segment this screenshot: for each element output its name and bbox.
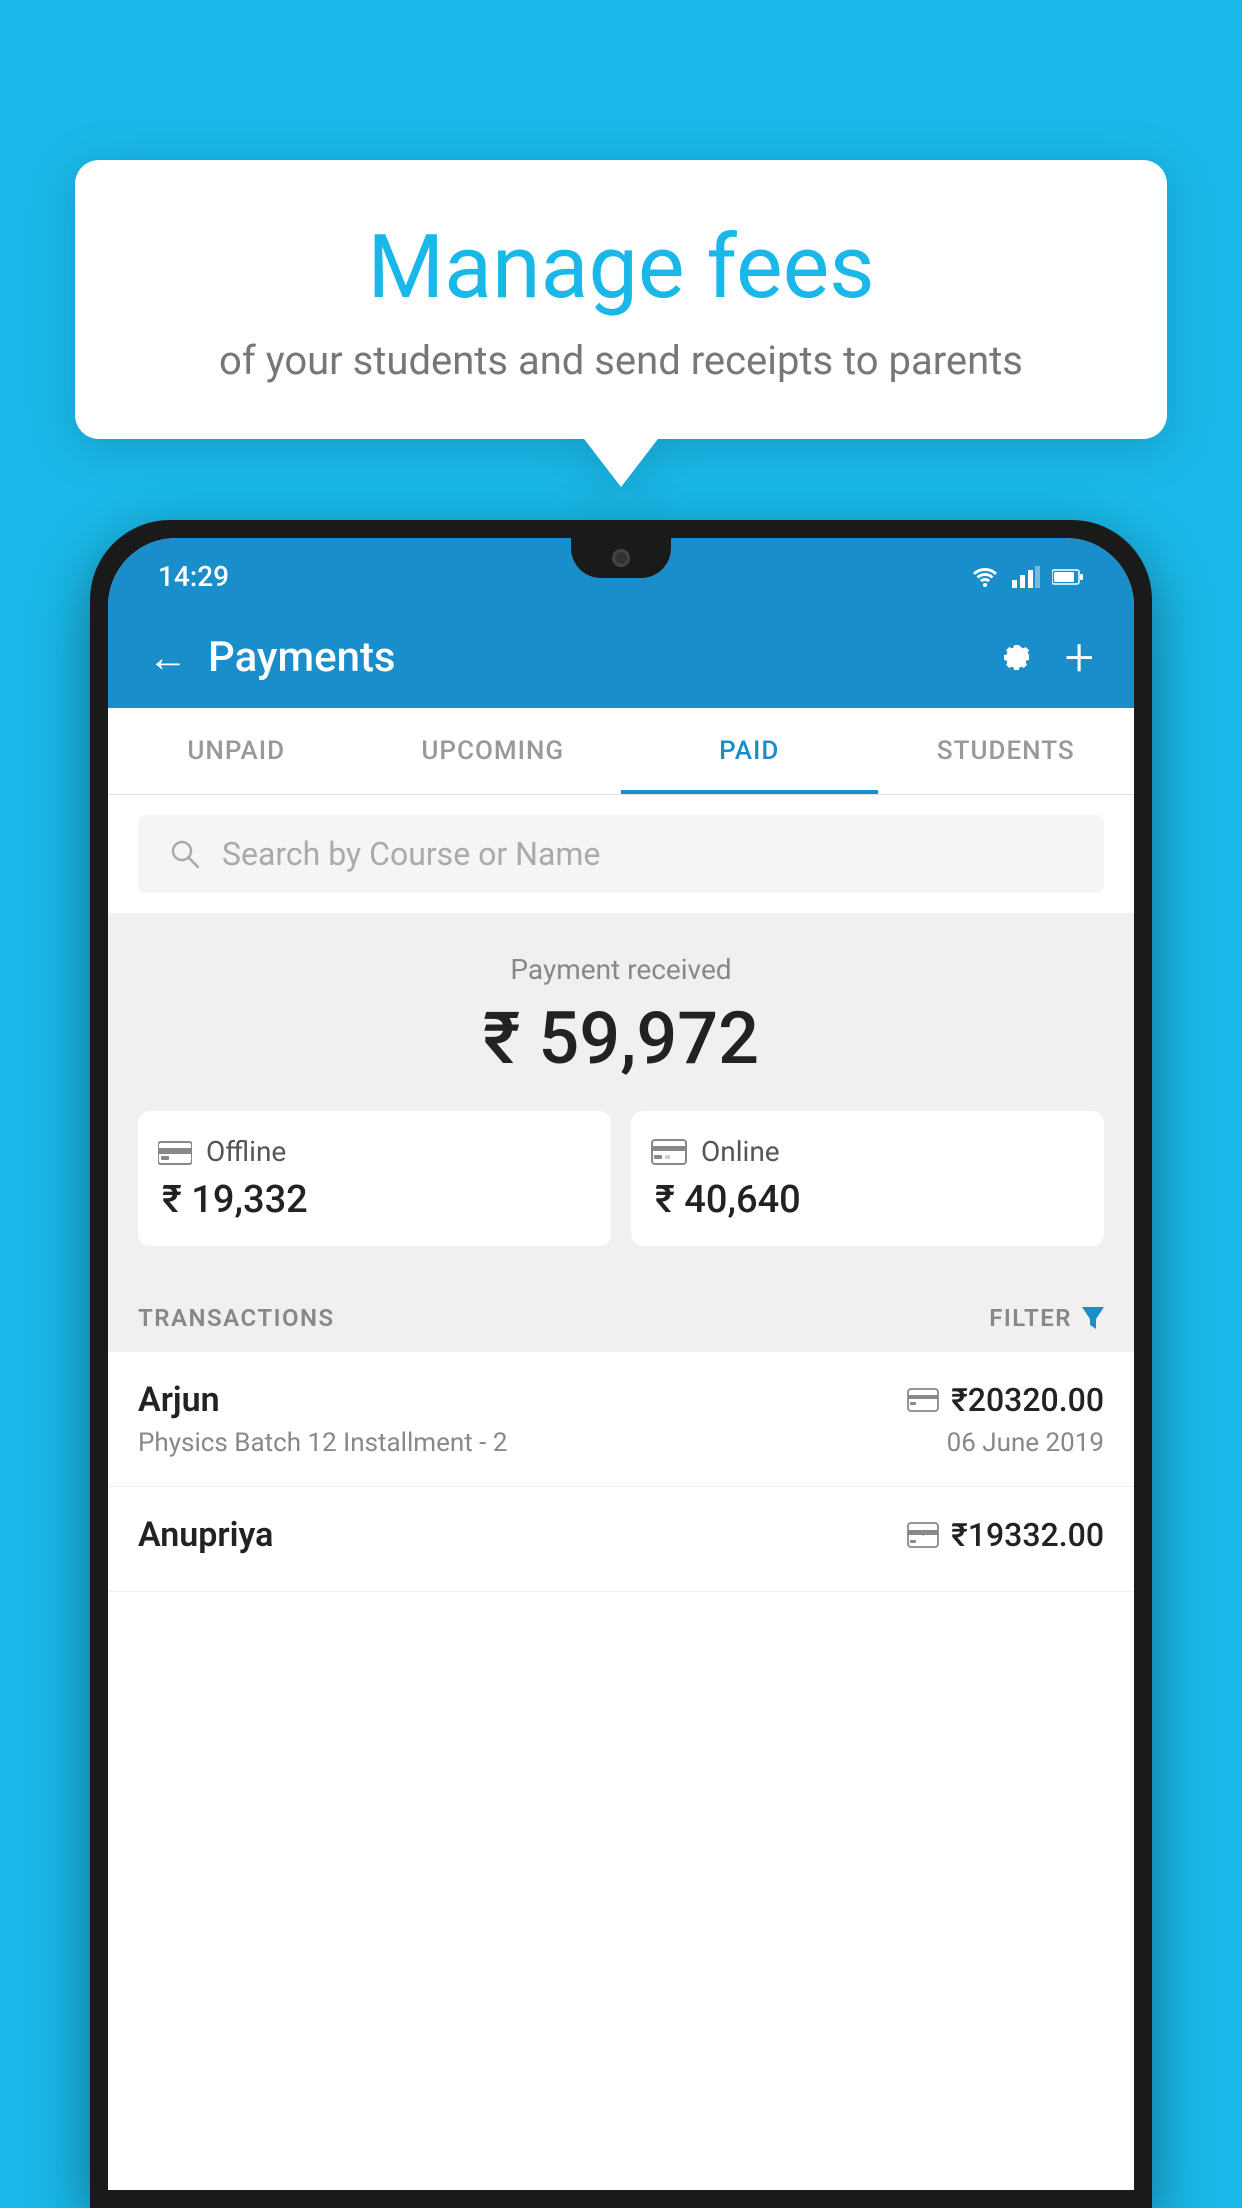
online-amount: ₹ 40,640 [651, 1178, 801, 1222]
search-placeholder-text: Search by Course or Name [222, 835, 600, 873]
transactions-header: TRANSACTIONS FILTER [108, 1276, 1134, 1352]
speech-bubble-card: Manage fees of your students and send re… [75, 160, 1167, 439]
online-payment-card: Online ₹ 40,640 [631, 1111, 1104, 1246]
payment-cards: Offline ₹ 19,332 [138, 1111, 1104, 1246]
payment-summary: Payment received ₹ 59,972 Offline [108, 913, 1134, 1276]
offline-mode-icon: ₹ [907, 1522, 939, 1548]
tab-unpaid[interactable]: UNPAID [108, 708, 365, 794]
search-bar[interactable]: Search by Course or Name [138, 815, 1104, 893]
online-mode-icon [907, 1388, 939, 1412]
offline-amount: ₹ 19,332 [158, 1178, 308, 1222]
online-card-header: Online [651, 1135, 780, 1168]
transaction-amount-right: ₹20320.00 [907, 1381, 1104, 1419]
transaction-list: Arjun ₹20320.00 Physics Batch 12 Install… [108, 1352, 1134, 2190]
back-button[interactable]: ← [148, 634, 188, 681]
payment-total-amount: ₹ 59,972 [138, 996, 1104, 1081]
transaction-date: 06 June 2019 [947, 1428, 1104, 1458]
table-row[interactable]: Anupriya ₹ ₹19332.00 [108, 1487, 1134, 1592]
offline-payment-icon [158, 1138, 192, 1166]
add-button[interactable]: + [1065, 627, 1094, 688]
gear-icon[interactable] [993, 637, 1035, 679]
online-payment-icon [651, 1139, 687, 1165]
bubble-subtitle: of your students and send receipts to pa… [125, 337, 1117, 384]
transaction-amount: ₹20320.00 [951, 1381, 1104, 1419]
search-icon [168, 837, 202, 871]
wifi-icon [970, 566, 1000, 588]
tabs-bar: UNPAID UPCOMING PAID STUDENTS [108, 708, 1134, 795]
filter-button[interactable]: FILTER [989, 1304, 1104, 1332]
table-row[interactable]: Arjun ₹20320.00 Physics Batch 12 Install… [108, 1352, 1134, 1487]
transaction-name: Anupriya [138, 1515, 273, 1555]
transaction-row-top: Arjun ₹20320.00 [138, 1380, 1104, 1420]
payment-received-label: Payment received [138, 953, 1104, 986]
battery-icon [1052, 568, 1084, 586]
offline-payment-card: Offline ₹ 19,332 [138, 1111, 611, 1246]
app-bar-left: ← Payments [148, 633, 396, 682]
app-bar-right: + [993, 627, 1094, 688]
notch [571, 538, 671, 578]
transaction-row-top: Anupriya ₹ ₹19332.00 [138, 1515, 1104, 1555]
signal-icon [1012, 566, 1040, 588]
online-label: Online [701, 1135, 780, 1168]
status-icons [970, 566, 1084, 588]
filter-label: FILTER [989, 1304, 1072, 1332]
tab-students[interactable]: STUDENTS [878, 708, 1135, 794]
transactions-label: TRANSACTIONS [138, 1304, 335, 1332]
transaction-amount-right: ₹ ₹19332.00 [907, 1516, 1104, 1554]
app-bar: ← Payments + [108, 607, 1134, 708]
bubble-title: Manage fees [125, 220, 1117, 317]
transaction-amount: ₹19332.00 [951, 1516, 1104, 1554]
filter-icon [1082, 1307, 1104, 1329]
transaction-course: Physics Batch 12 Installment - 2 [138, 1428, 507, 1458]
transaction-row-bottom: Physics Batch 12 Installment - 2 06 June… [138, 1428, 1104, 1458]
status-bar: 14:29 [108, 538, 1134, 607]
phone-frame: 14:29 [90, 520, 1152, 2208]
tab-paid[interactable]: PAID [621, 708, 878, 794]
search-container: Search by Course or Name [108, 795, 1134, 913]
status-time: 14:29 [158, 560, 229, 593]
content-area: Search by Course or Name Payment receive… [108, 795, 1134, 2190]
camera-notch [612, 549, 630, 567]
offline-card-header: Offline [158, 1135, 286, 1168]
tab-upcoming[interactable]: UPCOMING [365, 708, 622, 794]
app-bar-title: Payments [208, 633, 396, 682]
svg-text:₹: ₹ [921, 1529, 925, 1538]
offline-label: Offline [206, 1135, 286, 1168]
phone-screen: 14:29 [108, 538, 1134, 2190]
transaction-name: Arjun [138, 1380, 220, 1420]
